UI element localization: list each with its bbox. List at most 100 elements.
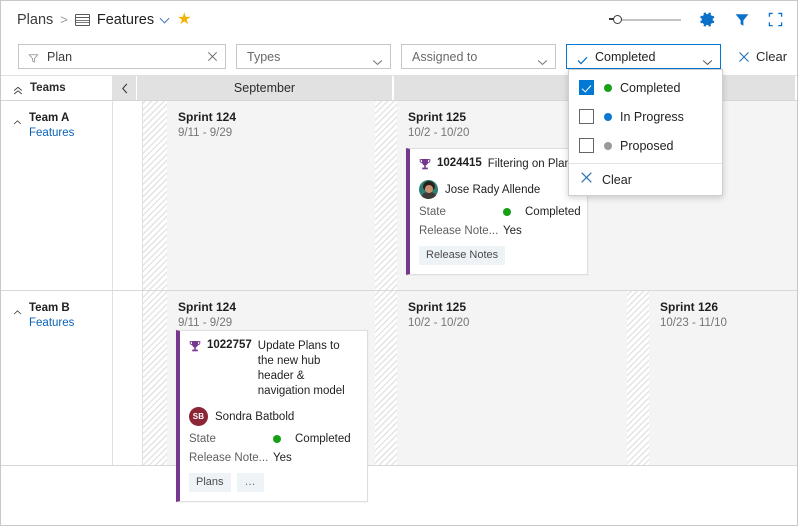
sprint-cell-b-125[interactable]: Sprint 125 10/2 - 10/20 — [397, 291, 627, 465]
hatch-strip — [375, 101, 397, 290]
field-value: Completed — [273, 433, 351, 445]
checkbox-icon[interactable] — [579, 138, 594, 153]
timeline-gutter — [113, 101, 143, 290]
dropdown-option-label: Completed — [620, 80, 681, 95]
fullscreen-icon[interactable] — [768, 12, 783, 27]
state-dropdown-panel: Completed In Progress Proposed Clear — [568, 69, 723, 196]
card-assignee: SB Sondra Batbold — [189, 407, 357, 426]
header-tools — [609, 1, 783, 38]
timeline-back-button[interactable] — [113, 76, 137, 100]
chevron-down-icon — [537, 53, 548, 66]
clear-filters-label: Clear — [756, 49, 788, 64]
card-field-release-note: Release Note... Yes — [189, 452, 357, 464]
sprint-cell-a-124[interactable]: Sprint 124 9/11 - 9/29 — [167, 101, 375, 290]
plans-window: Plans > Features ★ Plan Types Assigned t… — [0, 0, 798, 526]
field-value: Yes — [503, 225, 522, 237]
month-header-september: September — [137, 76, 394, 100]
dropdown-option-label: Proposed — [620, 138, 674, 153]
close-icon — [579, 170, 594, 190]
clear-filters-button[interactable]: Clear — [737, 49, 787, 64]
team-a-features-link[interactable]: Features — [29, 127, 112, 139]
breadcrumb: Plans > Features ★ — [1, 11, 191, 28]
dropdown-clear-button[interactable]: Clear — [569, 164, 722, 195]
team-cell-a: Team A Features — [1, 101, 113, 290]
trophy-icon — [419, 158, 431, 171]
dropdown-option-proposed[interactable]: Proposed — [569, 131, 722, 160]
dropdown-clear-label: Clear — [602, 172, 632, 187]
sprint-name: Sprint 125 — [408, 300, 467, 314]
work-item-card[interactable]: 1022757 Update Plans to the new hub head… — [176, 330, 368, 502]
trophy-icon — [189, 340, 201, 353]
card-id: 1022757 — [207, 339, 252, 351]
breadcrumb-separator: > — [60, 12, 68, 27]
teams-header[interactable]: Teams — [1, 76, 113, 100]
team-b-name: Team B — [29, 302, 70, 314]
close-icon — [737, 50, 750, 63]
star-icon[interactable]: ★ — [177, 11, 191, 28]
tag-chip[interactable]: Plans — [189, 473, 231, 492]
close-icon[interactable] — [206, 50, 219, 63]
sprint-cell-b-126[interactable]: Sprint 126 10/23 - 11/10 — [649, 291, 797, 465]
plan-filter-value[interactable]: Plan — [47, 50, 206, 64]
grid-icon — [74, 13, 90, 26]
assignee-name: Jose Rady Allende — [445, 183, 541, 196]
types-dropdown[interactable]: Types — [236, 44, 391, 69]
status-dot — [604, 83, 612, 92]
card-tags: Release Notes — [419, 246, 577, 265]
status-dot — [273, 435, 281, 443]
dropdown-option-in-progress[interactable]: In Progress — [569, 102, 722, 131]
card-assignee: Jose Rady Allende — [419, 180, 577, 199]
chevron-down-icon — [702, 53, 713, 66]
sprint-dates: 10/23 - 11/10 — [660, 317, 727, 329]
team-a-title[interactable]: Team A — [13, 112, 112, 124]
types-dropdown-label: Types — [247, 49, 281, 64]
zoom-slider[interactable] — [609, 13, 681, 27]
teams-header-label: Teams — [30, 82, 66, 94]
card-tags: Plans … — [189, 473, 357, 492]
breadcrumb-current[interactable]: Features — [97, 12, 154, 28]
tag-overflow[interactable]: … — [236, 473, 264, 492]
sprint-dates: 9/11 - 9/29 — [178, 127, 233, 139]
sprint-name: Sprint 124 — [178, 110, 237, 124]
status-dot — [503, 208, 511, 216]
hatch-strip — [627, 291, 649, 465]
chevron-down-icon[interactable] — [161, 15, 170, 24]
checkbox-checked-icon[interactable] — [579, 80, 594, 95]
chevron-up-icon[interactable] — [13, 304, 22, 314]
plan-filter-input[interactable]: Plan — [18, 44, 226, 69]
avatar: SB — [189, 407, 208, 426]
funnel-icon[interactable] — [734, 12, 750, 28]
zoom-slider-track — [617, 18, 681, 21]
chevron-up-icon[interactable] — [13, 114, 22, 124]
status-dot — [604, 112, 612, 121]
field-value: Completed — [503, 206, 581, 218]
sprint-cell-b-124[interactable]: Sprint 124 9/11 - 9/29 1022757 Update Pl… — [167, 291, 375, 502]
hatch-strip — [375, 291, 397, 465]
state-dropdown[interactable]: Completed — [566, 44, 721, 69]
checkbox-icon[interactable] — [579, 109, 594, 124]
check-icon — [577, 52, 588, 65]
zoom-slider-knob[interactable] — [609, 14, 622, 24]
double-chevron-up-icon[interactable] — [13, 83, 23, 95]
work-item-card[interactable]: 1024415 Filtering on Plans Jose Rady All… — [406, 148, 588, 275]
chevron-down-icon — [372, 53, 383, 66]
funnel-icon — [28, 51, 39, 63]
tag-chip[interactable]: Release Notes — [419, 246, 506, 265]
dropdown-option-label: In Progress — [620, 109, 684, 124]
breadcrumb-root[interactable]: Plans — [17, 12, 53, 28]
card-field-release-note: Release Note... Yes — [419, 225, 577, 237]
status-badge: Completed — [295, 433, 351, 445]
team-b-features-link[interactable]: Features — [29, 317, 112, 329]
hatch-strip — [143, 101, 167, 290]
dropdown-option-completed[interactable]: Completed — [569, 73, 722, 102]
sprint-dates: 10/2 - 10/20 — [408, 317, 470, 329]
team-b-title[interactable]: Team B — [13, 302, 112, 314]
team-cell-b: Team B Features — [1, 291, 113, 465]
team-a-name: Team A — [29, 112, 70, 124]
gear-icon[interactable] — [699, 11, 716, 28]
field-label: Release Note... — [189, 452, 269, 464]
sprint-dates: 9/11 - 9/29 — [178, 317, 233, 329]
assigned-to-dropdown[interactable]: Assigned to — [401, 44, 556, 69]
assigned-to-dropdown-label: Assigned to — [412, 49, 478, 64]
card-field-state: State Completed — [189, 433, 357, 445]
